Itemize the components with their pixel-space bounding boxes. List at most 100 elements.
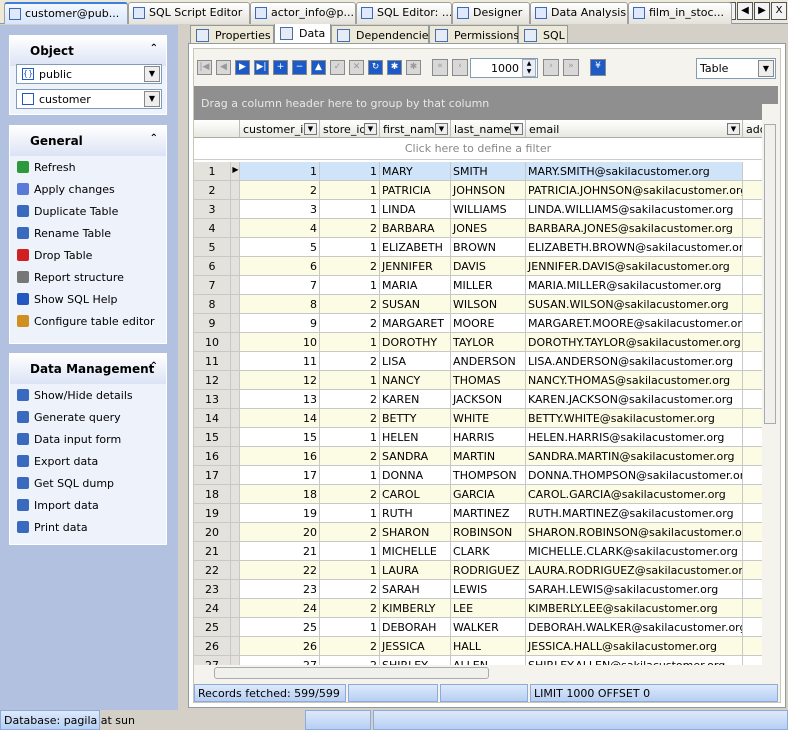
cell-add[interactable] (743, 409, 762, 428)
general-item-apply-changes[interactable]: Apply changes (10, 178, 166, 200)
general-item-drop-table[interactable]: Drop Table (10, 244, 166, 266)
first-page-icon[interactable]: « (432, 59, 448, 76)
cell-first_name[interactable]: KAREN (380, 390, 451, 409)
edit-record-icon[interactable]: ▲ (311, 60, 326, 75)
cell-last_name[interactable]: SMITH (451, 162, 526, 181)
cell-add[interactable] (743, 162, 762, 181)
general-item-configure-table-editor[interactable]: Configure table editor (10, 310, 166, 332)
cell-customer_id[interactable]: 13 (240, 390, 320, 409)
cell-email[interactable]: CAROL.GARCIA@sakilacustomer.org (526, 485, 743, 504)
cell-last_name[interactable]: MARTINEZ (451, 504, 526, 523)
cell-store_id[interactable]: 2 (320, 637, 380, 656)
cell-store_id[interactable]: 1 (320, 561, 380, 580)
refresh-records-icon[interactable]: ↻ (368, 60, 383, 75)
cell-email[interactable]: SANDRA.MARTIN@sakilacustomer.org (526, 447, 743, 466)
table-row[interactable]: 14 14 2 BETTY WHITE BETTY.WHITE@sakilacustome… (194, 409, 762, 428)
cell-add[interactable] (743, 618, 762, 637)
cell-add[interactable] (743, 390, 762, 409)
cell-first_name[interactable]: SARAH (380, 580, 451, 599)
document-tab[interactable]: Data Analysis (530, 2, 628, 24)
view-mode-select[interactable]: Table ▼ (696, 58, 776, 79)
column-filter-dropdown[interactable]: ▼ (364, 123, 377, 135)
cell-email[interactable]: DONNA.THOMPSON@sakilacustomer.org (526, 466, 743, 485)
general-item-show-sql-help[interactable]: Show SQL Help (10, 288, 166, 310)
cell-store_id[interactable]: 2 (320, 314, 380, 333)
general-panel-header[interactable]: General ⌃ (10, 126, 166, 156)
cancel-changes-icon[interactable]: ✱ (406, 60, 421, 75)
cell-customer_id[interactable]: 17 (240, 466, 320, 485)
table-row[interactable]: 21 21 1 MICHELLE CLARK MICHELLE.CLARK@sakilac… (194, 542, 762, 561)
cell-first_name[interactable]: SHIRLEY (380, 656, 451, 665)
cell-email[interactable]: SHIRLEY.ALLEN@sakilacustomer.org (526, 656, 743, 665)
table-row[interactable]: 25 25 1 DEBORAH WALKER DEBORAH.WALKER@sakilac… (194, 618, 762, 637)
first-record-icon[interactable]: |◀ (197, 60, 212, 75)
row-number[interactable]: 13 (194, 390, 231, 409)
cell-customer_id[interactable]: 22 (240, 561, 320, 580)
cell-email[interactable]: SHARON.ROBINSON@sakilacustomer.org (526, 523, 743, 542)
cell-customer_id[interactable]: 18 (240, 485, 320, 504)
prev-page-icon[interactable]: ‹ (452, 59, 468, 76)
cell-customer_id[interactable]: 12 (240, 371, 320, 390)
table-row[interactable]: 18 18 2 CAROL GARCIA CAROL.GARCIA@sakilacusto… (194, 485, 762, 504)
row-number[interactable]: 14 (194, 409, 231, 428)
cell-store_id[interactable]: 1 (320, 542, 380, 561)
row-number[interactable]: 11 (194, 352, 231, 371)
table-row[interactable]: 11 11 2 LISA ANDERSON LISA.ANDERSON@sakilacus… (194, 352, 762, 371)
cell-customer_id[interactable]: 7 (240, 276, 320, 295)
cell-add[interactable] (743, 428, 762, 447)
cell-last_name[interactable]: DAVIS (451, 257, 526, 276)
cell-first_name[interactable]: PATRICIA (380, 181, 451, 200)
cell-customer_id[interactable]: 4 (240, 219, 320, 238)
cell-last_name[interactable]: JOHNSON (451, 181, 526, 200)
table-row[interactable]: 20 20 2 SHARON ROBINSON SHARON.ROBINSON@sakil… (194, 523, 762, 542)
cell-customer_id[interactable]: 14 (240, 409, 320, 428)
cell-last_name[interactable]: TAYLOR (451, 333, 526, 352)
cell-first_name[interactable]: DEBORAH (380, 618, 451, 637)
column-header-email[interactable]: email ▼ (526, 120, 743, 138)
column-filter-dropdown[interactable]: ▼ (510, 123, 523, 135)
cell-email[interactable]: BARBARA.JONES@sakilacustomer.org (526, 219, 743, 238)
cell-email[interactable]: KIMBERLY.LEE@sakilacustomer.org (526, 599, 743, 618)
general-item-duplicate-table[interactable]: Duplicate Table (10, 200, 166, 222)
row-number[interactable]: 15 (194, 428, 231, 447)
vertical-scrollbar[interactable] (762, 104, 778, 665)
table-row[interactable]: 13 13 2 KAREN JACKSON KAREN.JACKSON@sakilacus… (194, 390, 762, 409)
cell-last_name[interactable]: WILLIAMS (451, 200, 526, 219)
cell-email[interactable]: BETTY.WHITE@sakilacustomer.org (526, 409, 743, 428)
filter-row[interactable]: Click here to define a filter (194, 138, 762, 160)
table-select[interactable]: customer ▼ (16, 89, 162, 109)
cell-customer_id[interactable]: 10 (240, 333, 320, 352)
cell-store_id[interactable]: 1 (320, 618, 380, 637)
cell-customer_id[interactable]: 15 (240, 428, 320, 447)
column-header-store_id[interactable]: store_id ▼ (320, 120, 380, 138)
pane-splitter[interactable] (178, 25, 188, 710)
cell-first_name[interactable]: RUTH (380, 504, 451, 523)
row-number[interactable]: 9 (194, 314, 231, 333)
cell-add[interactable] (743, 352, 762, 371)
collapse-icon[interactable]: ⌃ (150, 133, 158, 144)
cell-first_name[interactable]: LAURA (380, 561, 451, 580)
fetch-all-icon[interactable]: ¥ (590, 59, 606, 76)
cell-email[interactable]: KAREN.JACKSON@sakilacustomer.org (526, 390, 743, 409)
table-row[interactable]: 16 16 2 SANDRA MARTIN SANDRA.MARTIN@sakilacus… (194, 447, 762, 466)
tab-sql[interactable]: SQL (518, 25, 568, 45)
tab-data[interactable]: Data (274, 23, 331, 45)
column-filter-dropdown[interactable]: ▼ (727, 123, 740, 135)
cell-customer_id[interactable]: 2 (240, 181, 320, 200)
row-number[interactable]: 2 (194, 181, 231, 200)
next-record-icon[interactable]: ▶ (235, 60, 250, 75)
cell-add[interactable] (743, 523, 762, 542)
cell-store_id[interactable]: 2 (320, 352, 380, 371)
row-number[interactable]: 21 (194, 542, 231, 561)
cell-add[interactable] (743, 200, 762, 219)
cell-add[interactable] (743, 276, 762, 295)
cell-email[interactable]: HELEN.HARRIS@sakilacustomer.org (526, 428, 743, 447)
table-row[interactable]: 10 10 1 DOROTHY TAYLOR DOROTHY.TAYLOR@sakilac… (194, 333, 762, 352)
cell-first_name[interactable]: SUSAN (380, 295, 451, 314)
table-row[interactable]: 3 3 1 LINDA WILLIAMS LINDA.WILLIAMS@sakilacus… (194, 200, 762, 219)
next-page-icon[interactable]: › (543, 59, 559, 76)
cell-customer_id[interactable]: 25 (240, 618, 320, 637)
data-item-print-data[interactable]: Print data (10, 516, 166, 538)
cell-first_name[interactable]: BETTY (380, 409, 451, 428)
table-row[interactable]: 7 7 1 MARIA MILLER MARIA.MILLER@sakilacustome… (194, 276, 762, 295)
